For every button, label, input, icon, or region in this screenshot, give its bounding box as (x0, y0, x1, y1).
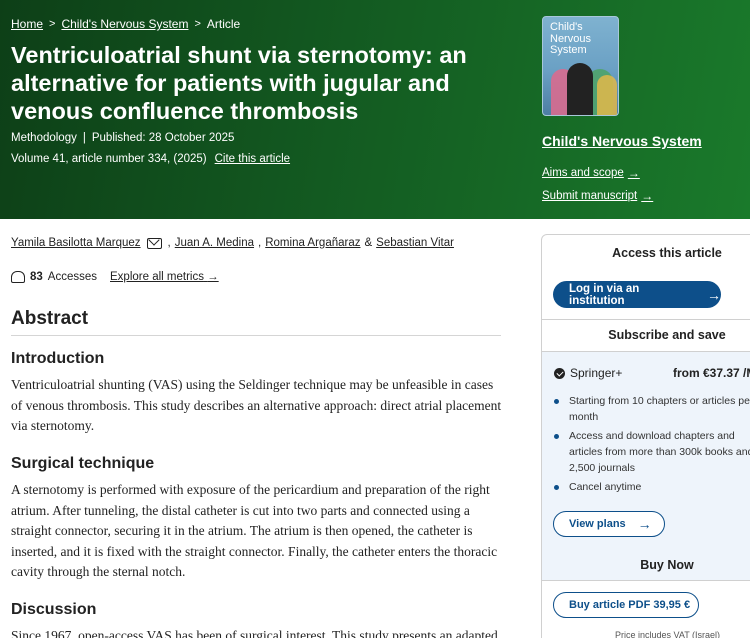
journal-name-link[interactable]: Child's Nervous System (542, 133, 702, 149)
plan-name: Springer+ (570, 366, 623, 380)
author-separator: , (167, 237, 171, 249)
divider (11, 335, 501, 336)
surgical-technique-text: A sternotomy is performed with exposure … (11, 482, 498, 579)
bullet-icon (554, 485, 559, 490)
discussion-heading: Discussion (11, 601, 97, 618)
plan-benefit: Starting from 10 chapters or articles pe… (569, 395, 750, 423)
cover-figure (597, 75, 617, 115)
arrow-right-icon: → (641, 189, 654, 203)
abstract-heading: Abstract (11, 308, 89, 329)
chevron-right-icon: > (194, 18, 201, 30)
aims-scope-label: Aims and scope (542, 167, 624, 179)
introduction-heading: Introduction (11, 350, 105, 367)
view-plans-label: View plans (569, 518, 626, 530)
view-plans-button[interactable]: View plans → (553, 511, 665, 537)
access-sidebar: Access this article Log in via an instit… (541, 234, 750, 638)
breadcrumb-journal-link[interactable]: Child's Nervous System (61, 17, 188, 31)
explore-metrics-label: Explore all metrics (110, 271, 204, 283)
author-separator: , (258, 237, 262, 249)
submit-manuscript-label: Submit manuscript (542, 190, 638, 202)
published-date: Published: 28 October 2025 (91, 132, 235, 144)
aims-scope-link[interactable]: Aims and scope → (542, 166, 640, 180)
breadcrumb-home-link[interactable]: Home (11, 17, 43, 31)
surgical-technique-heading: Surgical technique (11, 455, 155, 472)
plan-price: from €37.37 /M (673, 366, 750, 380)
cover-title: Child's Nervous System (550, 21, 591, 56)
buy-article-pdf-label: Buy article PDF 39,95 € (569, 599, 691, 611)
divider (542, 319, 750, 320)
author-link[interactable]: Romina Argañaraz (265, 237, 360, 249)
article-citation: Volume 41, article number 334, (2025) Ci… (11, 153, 290, 165)
author-list: Yamila Basilotta Marquez , Juan A. Medin… (11, 237, 454, 249)
accesses-icon (11, 271, 25, 283)
bullet-icon (554, 399, 559, 404)
submit-manuscript-link[interactable]: Submit manuscript → (542, 189, 653, 203)
article-title: Ventriculoatrial shunt via sternotomy: a… (11, 42, 467, 124)
discussion-text: Since 1967, open-access VAS has been of … (11, 628, 498, 638)
author-separator: & (364, 237, 373, 249)
institution-login-button[interactable]: Log in via an institution → (553, 281, 721, 308)
introduction-text: Ventriculoatrial shunting (VAS) using th… (11, 377, 502, 433)
arrow-right-icon: → (707, 286, 721, 303)
author-link[interactable]: Sebastian Vitar (376, 237, 454, 249)
arrow-right-icon: → (207, 271, 219, 283)
cover-figure (567, 63, 593, 115)
access-title: Access this article (612, 246, 722, 260)
cite-article-link[interactable]: Cite this article (215, 153, 290, 165)
article-meta: Methodology | Published: 28 October 2025 (11, 132, 234, 144)
bullet-icon (554, 434, 559, 439)
subscribe-title: Subscribe and save (608, 328, 726, 342)
buy-article-pdf-button[interactable]: Buy article PDF 39,95 € (553, 592, 699, 618)
accesses-count: 83 (30, 271, 43, 283)
volume-info: Volume 41, article number 334, (2025) (11, 153, 207, 165)
article-metrics: 83 Accesses Explore all metrics → (11, 271, 219, 283)
check-circle-icon (554, 368, 565, 379)
journal-cover-image[interactable]: Child's Nervous System (542, 16, 619, 116)
author-link[interactable]: Juan A. Medina (175, 237, 254, 249)
explore-metrics-link[interactable]: Explore all metrics → (110, 271, 219, 283)
meta-divider: | (82, 132, 86, 144)
institution-login-label: Log in via an institution (569, 282, 640, 307)
plan-benefit: Cancel anytime (569, 481, 642, 493)
author-link[interactable]: Yamila Basilotta Marquez (11, 237, 141, 249)
arrow-right-icon: → (627, 166, 640, 180)
chevron-right-icon: > (49, 18, 56, 30)
arrow-right-icon: → (637, 516, 652, 532)
vat-note: Price includes VAT (Israel) (615, 630, 721, 638)
mail-icon[interactable] (146, 237, 162, 249)
article-type: Methodology (11, 132, 77, 144)
accesses-label: Accesses (47, 271, 98, 283)
plan-benefit: Access and download chapters and article… (569, 430, 750, 474)
divider (542, 580, 750, 581)
article-header: Home > Child's Nervous System > Article … (0, 0, 750, 219)
breadcrumb-current: Article (206, 17, 241, 31)
buy-now-title: Buy Now (640, 558, 694, 572)
breadcrumb: Home > Child's Nervous System > Article (11, 17, 240, 31)
